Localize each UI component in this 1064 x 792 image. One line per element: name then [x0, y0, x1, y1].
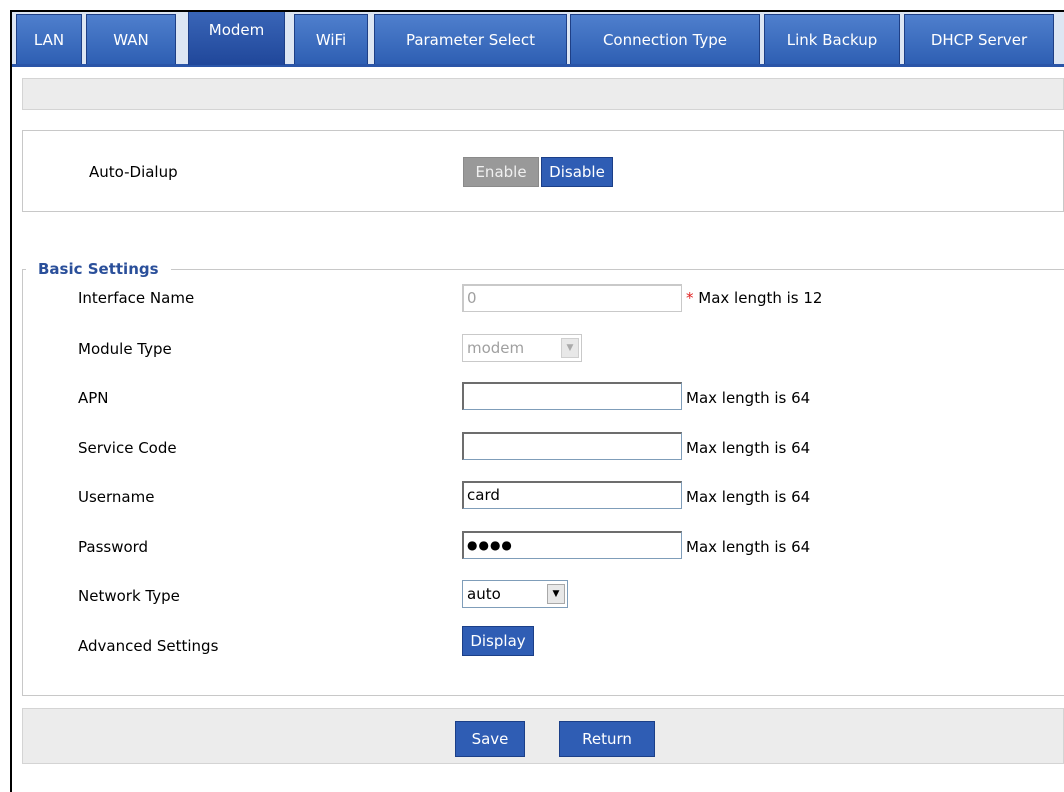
module-type-select[interactable]: modem ▼: [462, 334, 582, 362]
password-input[interactable]: ●●●●: [462, 531, 682, 559]
tab-wan[interactable]: WAN: [86, 14, 176, 64]
apn-label: APN: [78, 389, 109, 407]
module-type-label: Module Type: [78, 340, 172, 358]
return-button[interactable]: Return: [559, 721, 655, 757]
tab-link-backup[interactable]: Link Backup: [764, 14, 900, 64]
enable-button[interactable]: Enable: [463, 157, 539, 187]
password-label: Password: [78, 538, 149, 556]
tab-parameter-select-label: Parameter Select: [405, 30, 536, 49]
service-code-label: Service Code: [78, 439, 177, 457]
router-config-frame: LAN WAN Modem WiFi Parameter Select Conn…: [10, 10, 1064, 792]
username-label: Username: [78, 488, 155, 506]
auto-dialup-label: Auto-Dialup: [89, 163, 178, 181]
interface-name-hint-wrap: * Max length is 12: [686, 289, 822, 307]
module-type-value: modem: [467, 339, 525, 357]
interface-name-label: Interface Name: [78, 289, 195, 307]
required-mark: *: [686, 289, 694, 307]
tab-connection-type-label: Connection Type: [602, 30, 728, 49]
username-input[interactable]: card: [462, 481, 682, 509]
tab-wifi-label: WiFi: [315, 30, 347, 49]
service-code-input[interactable]: [462, 432, 682, 460]
auto-dialup-panel: Auto-Dialup Enable Disable: [22, 130, 1064, 212]
chevron-down-icon: ▼: [561, 338, 579, 358]
basic-settings-legend: Basic Settings: [26, 260, 171, 278]
tab-bar: LAN WAN Modem WiFi Parameter Select Conn…: [12, 12, 1064, 67]
tab-modem[interactable]: Modem: [188, 12, 285, 65]
tab-modem-label: Modem: [208, 21, 265, 39]
tab-lan-label: LAN: [33, 30, 65, 49]
tab-wan-label: WAN: [113, 30, 149, 49]
tab-lan[interactable]: LAN: [16, 14, 82, 64]
network-type-value: auto: [467, 585, 501, 603]
tab-link-backup-label: Link Backup: [786, 30, 878, 49]
display-button[interactable]: Display: [462, 626, 534, 656]
disable-button[interactable]: Disable: [541, 157, 613, 187]
tab-connection-type[interactable]: Connection Type: [570, 14, 760, 64]
tab-parameter-select[interactable]: Parameter Select: [374, 14, 567, 64]
tab-dhcp-server[interactable]: DHCP Server: [904, 14, 1054, 64]
network-type-label: Network Type: [78, 587, 180, 605]
interface-name-hint: Max length is 12: [698, 289, 823, 307]
service-code-hint: Max length is 64: [686, 439, 811, 457]
tab-wifi[interactable]: WiFi: [294, 14, 368, 64]
save-button[interactable]: Save: [455, 721, 525, 757]
status-bar: [22, 78, 1064, 110]
password-hint: Max length is 64: [686, 538, 811, 556]
footer-bar: Save Return: [22, 708, 1064, 764]
tab-dhcp-server-label: DHCP Server: [930, 30, 1028, 49]
advanced-settings-label: Advanced Settings: [78, 637, 219, 655]
chevron-down-icon: ▼: [547, 584, 565, 604]
interface-name-input[interactable]: 0: [462, 284, 682, 312]
network-type-select[interactable]: auto ▼: [462, 580, 568, 608]
apn-input[interactable]: [462, 382, 682, 410]
username-hint: Max length is 64: [686, 488, 811, 506]
apn-hint: Max length is 64: [686, 389, 811, 407]
